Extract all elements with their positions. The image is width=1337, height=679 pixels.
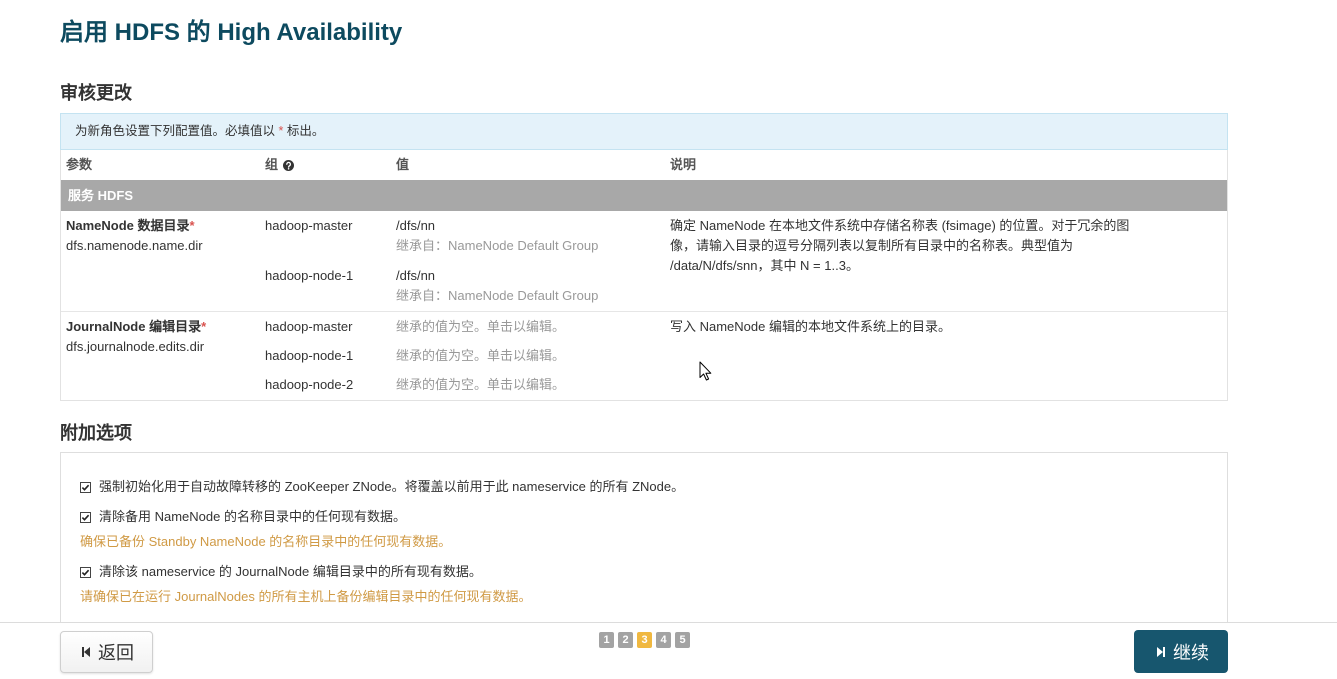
step-backward-icon <box>82 647 90 657</box>
param-cell: JournalNode 编辑目录* dfs.journalnode.edits.d… <box>61 317 260 395</box>
checkbox-checked-icon[interactable] <box>80 481 91 493</box>
step-indicator[interactable]: 5 <box>675 632 690 648</box>
group-value-entry: hadoop-master/dfs/nn 继承自：NameNode Default… <box>260 216 665 256</box>
group-value-list: hadoop-master 继承的值为空。单击以编辑。 hadoop-node-1 继… <box>260 317 665 395</box>
step-indicator[interactable]: 2 <box>618 632 633 648</box>
mouse-cursor-icon <box>699 361 712 381</box>
option-warning: 请确保已在运行 JournalNodes 的所有主机上备份编辑目录中的任何现有数… <box>80 589 532 604</box>
value-cell: /dfs/nn 继承自：NameNode Default Group <box>391 216 665 256</box>
wizard-footer: 返回 12345 继续 <box>0 622 1337 679</box>
info-alert: 为新角色设置下列配置值。必填值以 * 标出。 <box>60 113 1228 150</box>
step-indicator-current[interactable]: 3 <box>637 632 652 648</box>
column-header-group: 组 <box>260 150 391 180</box>
param-key: dfs.journalnode.edits.dir <box>66 339 205 354</box>
description-cell: 确定 NameNode 在本地文件系统中存储名称表 (fsimage) 的位置。… <box>665 216 1227 306</box>
param-cell: NameNode 数据目录* dfs.namenode.name.dir <box>61 216 260 306</box>
step-indicator[interactable]: 4 <box>656 632 671 648</box>
inherited-from-note: 继承自：NameNode Default Group <box>396 288 599 303</box>
checkbox-checked-icon[interactable] <box>80 566 91 578</box>
role-group-name: hadoop-master <box>265 218 353 233</box>
back-button-label: 返回 <box>98 643 134 663</box>
question-circle-icon[interactable] <box>283 159 295 171</box>
option-label: 强制初始化用于自动故障转移的 ZooKeeper ZNode。将覆盖以前用于此 … <box>99 479 685 494</box>
column-header-description: 说明 <box>670 157 697 172</box>
info-text-end: 标出。 <box>283 124 325 138</box>
group-value-entry: hadoop-node-1 继承的值为空。单击以编辑。 <box>260 346 665 366</box>
column-header-group-label: 组 <box>265 157 279 172</box>
empty-value-edit-link[interactable]: 继承的值为空。单击以编辑。 <box>396 346 660 366</box>
param-label-text: NameNode 数据目录 <box>66 218 190 233</box>
config-value[interactable]: /dfs/nn <box>396 216 660 236</box>
param-description: 写入 NameNode 编辑的本地文件系统上的目录。 <box>670 319 951 334</box>
option-item: 强制初始化用于自动故障转移的 ZooKeeper ZNode。将覆盖以前用于此 … <box>80 477 1208 497</box>
empty-value-edit-link[interactable]: 继承的值为空。单击以编辑。 <box>396 375 660 395</box>
role-group-name: hadoop-node-1 <box>265 268 354 283</box>
continue-button-label: 继续 <box>1173 642 1209 663</box>
column-header-value: 值 <box>396 157 410 172</box>
inherited-from-note: 继承自：NameNode Default Group <box>396 238 599 253</box>
checkbox-checked-icon[interactable] <box>80 511 91 523</box>
role-group-name: hadoop-master <box>265 319 353 334</box>
option-line: 强制初始化用于自动故障转移的 ZooKeeper ZNode。将覆盖以前用于此 … <box>80 477 1208 497</box>
param-label: NameNode 数据目录* <box>66 216 255 236</box>
option-label: 清除该 nameservice 的 JournalNode 编辑目录中的所有现有… <box>99 564 482 579</box>
description-cell: 写入 NameNode 编辑的本地文件系统上的目录。 <box>665 317 1227 395</box>
option-line: 清除该 nameservice 的 JournalNode 编辑目录中的所有现有… <box>80 562 1208 582</box>
empty-value-edit-link[interactable]: 继承的值为空。单击以编辑。 <box>396 317 660 337</box>
wizard-main: 启用 HDFS 的 High Availability 审核更改 为新角色设置下… <box>60 0 1228 679</box>
option-item: 清除该 nameservice 的 JournalNode 编辑目录中的所有现有… <box>80 562 1208 607</box>
back-button[interactable]: 返回 <box>60 631 153 673</box>
role-group-name: hadoop-node-2 <box>265 377 354 392</box>
group-value-list: hadoop-master/dfs/nn 继承自：NameNode Default… <box>260 216 665 306</box>
param-row: NameNode 数据目录* dfs.namenode.name.dir hadoo… <box>61 211 1227 311</box>
param-row: JournalNode 编辑目录* dfs.journalnode.edits.d… <box>61 311 1227 400</box>
step-pager: 12345 <box>599 632 694 648</box>
required-asterisk: * <box>201 319 207 334</box>
group-value-entry: hadoop-node-1/dfs/nn 继承自：NameNode Default… <box>260 266 665 306</box>
option-line: 清除备用 NameNode 的名称目录中的任何现有数据。 <box>80 507 1208 527</box>
group-value-entry: hadoop-node-2 继承的值为空。单击以编辑。 <box>260 375 665 395</box>
value-cell: 继承的值为空。单击以编辑。 <box>391 375 665 395</box>
service-group-row: 服务 HDFS <box>61 180 1227 211</box>
options-heading: 附加选项 <box>60 423 132 443</box>
param-key: dfs.namenode.name.dir <box>66 238 203 253</box>
option-label: 清除备用 NameNode 的名称目录中的任何现有数据。 <box>99 509 406 524</box>
review-heading: 审核更改 <box>60 83 132 103</box>
role-group-name: hadoop-node-1 <box>265 348 354 363</box>
option-item: 清除备用 NameNode 的名称目录中的任何现有数据。确保已备份 Standb… <box>80 507 1208 552</box>
required-asterisk: * <box>189 218 195 233</box>
param-description: 确定 NameNode 在本地文件系统中存储名称表 (fsimage) 的位置。… <box>670 218 1130 273</box>
group-value-entry: hadoop-master 继承的值为空。单击以编辑。 <box>260 317 665 337</box>
param-label-text: JournalNode 编辑目录 <box>66 319 202 334</box>
page-title: 启用 HDFS 的 High Availability <box>60 19 403 46</box>
param-label: JournalNode 编辑目录* <box>66 317 255 337</box>
info-text: 为新角色设置下列配置值。必填值以 <box>75 124 279 138</box>
continue-button[interactable]: 继续 <box>1134 630 1228 673</box>
param-rows: NameNode 数据目录* dfs.namenode.name.dir hadoo… <box>61 211 1227 400</box>
step-indicator[interactable]: 1 <box>599 632 614 648</box>
step-forward-icon <box>1157 646 1165 657</box>
option-warning: 确保已备份 Standby NameNode 的名称目录中的任何现有数据。 <box>80 534 452 549</box>
config-table: 参数 组 值 说明 服务 HDFS NameNode 数据目录* dfs.name… <box>60 150 1228 401</box>
config-value[interactable]: /dfs/nn <box>396 266 660 286</box>
table-header: 参数 组 值 说明 <box>61 150 1227 180</box>
value-cell: /dfs/nn 继承自：NameNode Default Group <box>391 266 665 306</box>
value-cell: 继承的值为空。单击以编辑。 <box>391 346 665 366</box>
value-cell: 继承的值为空。单击以编辑。 <box>391 317 665 337</box>
column-header-param: 参数 <box>66 157 93 172</box>
